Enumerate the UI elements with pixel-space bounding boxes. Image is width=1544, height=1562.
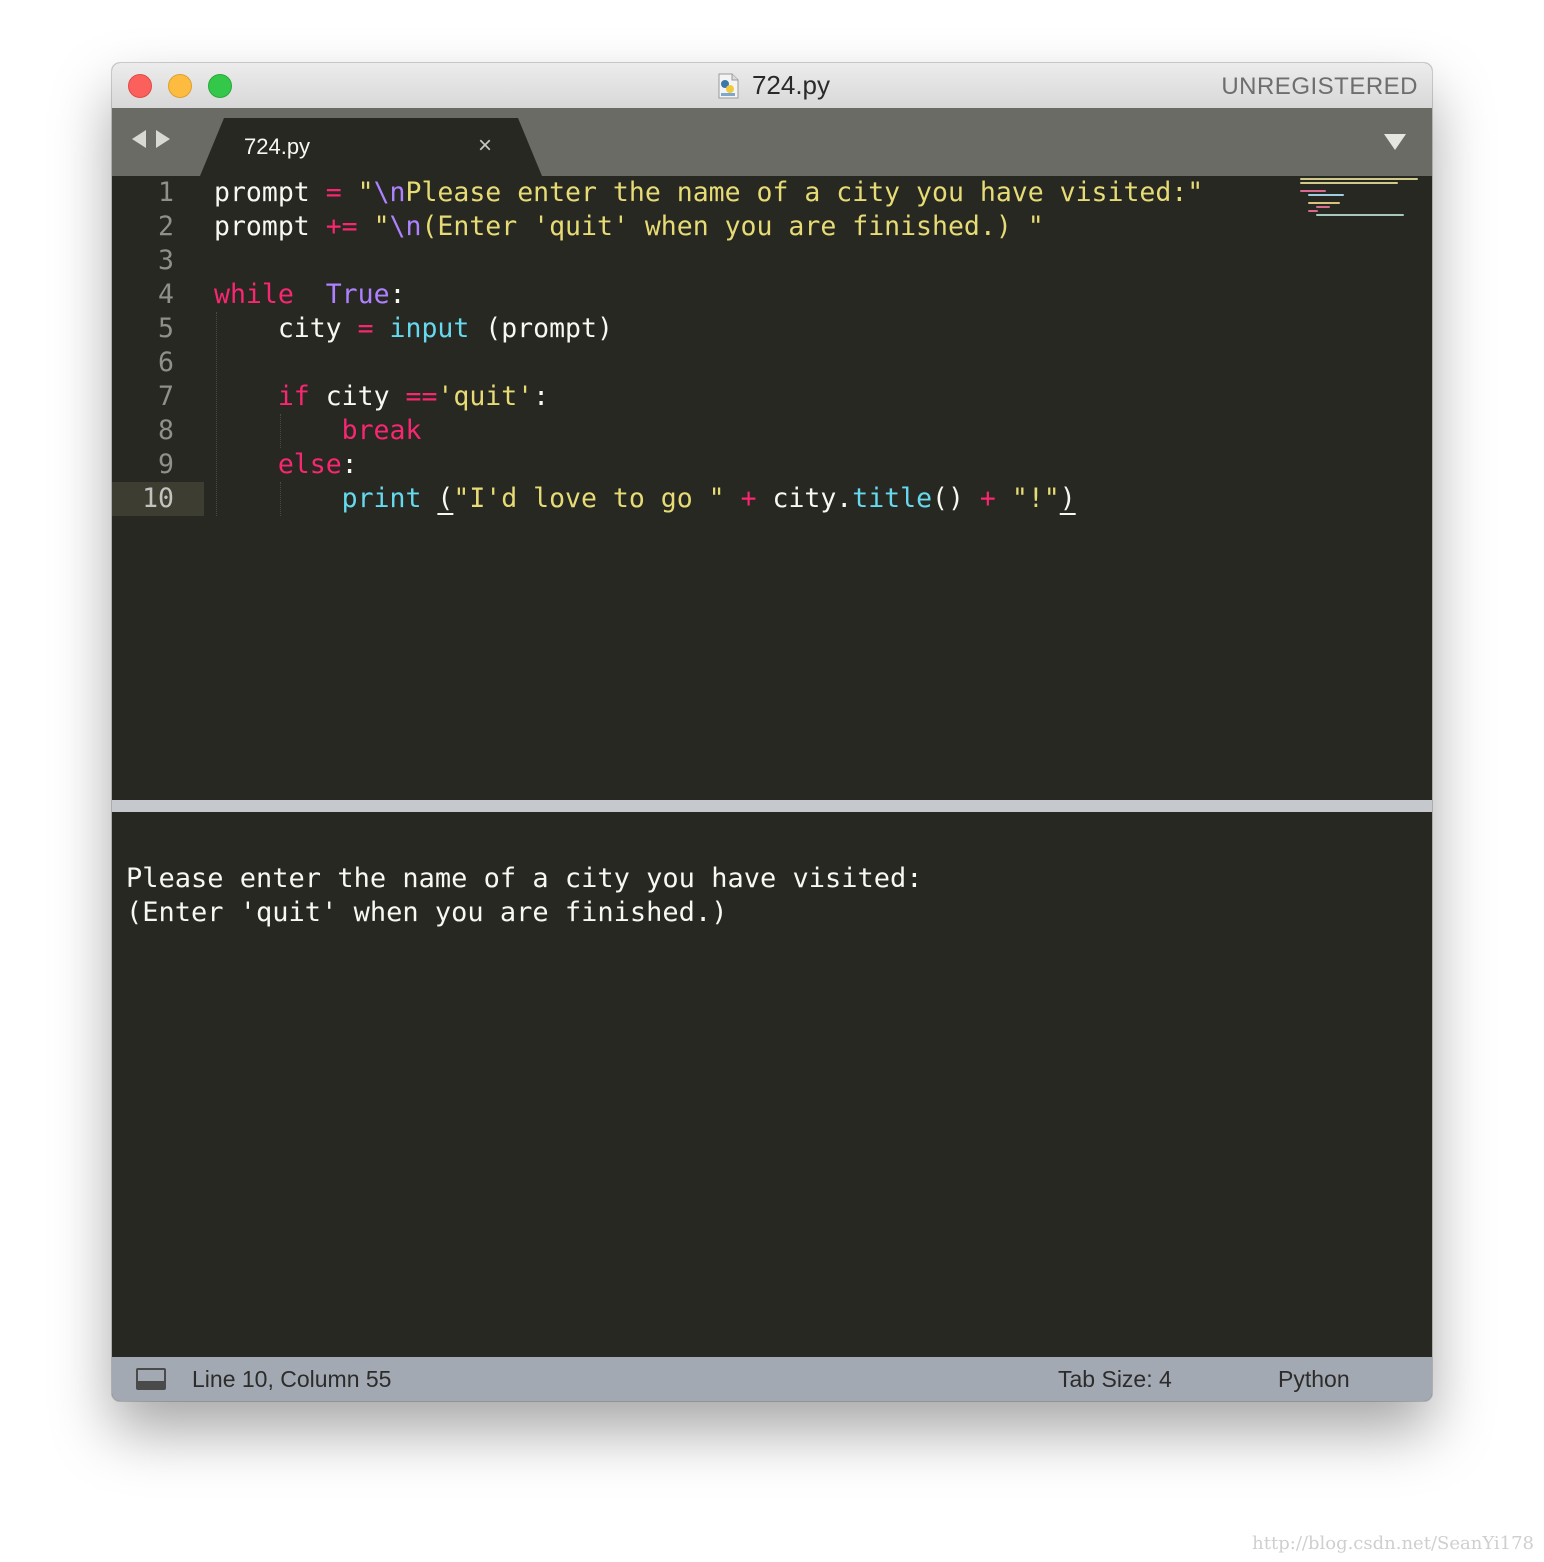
line-number: 10 [142,483,174,514]
code-token: : [341,449,358,480]
line-number: 5 [158,313,174,344]
cursor-position: Line 10, Column 55 [192,1366,392,1392]
minimap-line [1300,182,1398,184]
code-token: "!" [1011,483,1060,514]
line-number: 9 [158,449,174,480]
code-line[interactable]: else: [214,448,358,482]
minimap-line [1308,194,1344,196]
code-token: input [389,313,470,344]
code-token: True [325,279,390,310]
code-line[interactable]: break [214,414,422,448]
code-token: ) [1059,483,1076,514]
code-token: prompt [214,177,326,208]
code-token: Please enter the name of a city you have… [405,177,1204,208]
code-token: : [533,381,550,412]
code-token: else [277,449,342,480]
code-token: break [341,415,422,446]
code-token: = [325,177,342,208]
code-line[interactable]: while True: [214,278,406,312]
code-line[interactable]: prompt += "\n(Enter 'quit' when you are … [214,210,1044,244]
code-token: while [214,279,294,310]
editor-window: 724.py UNREGISTERED 724.py × 1 2 3 4 5 6 7 8 9 10… [112,63,1432,1401]
tab-label: 724.py [244,134,311,159]
status-bar: Line 10, Column 55 Tab Size: 4 Python [112,1357,1432,1401]
code-token: + [979,483,996,514]
window-title: 724.py [751,70,831,100]
minimap-line [1300,178,1418,180]
code-token: == [405,381,438,412]
minimap-line [1308,202,1340,204]
code-token: += [325,211,358,242]
registration-status: UNREGISTERED [1221,73,1418,100]
console-line: Please enter the name of a city you have… [126,863,923,894]
code-line[interactable]: if city =='quit': [214,380,549,414]
code-token: prompt [214,211,326,242]
code-token: title [852,483,933,514]
title-bar: 724.py UNREGISTERED [112,63,1432,109]
tab-close-icon[interactable]: × [478,132,492,160]
code-token: city [309,381,406,412]
code-token: 'quit' [437,381,534,412]
code-token: \n [373,177,406,208]
code-token: print [341,483,422,514]
syntax-selector[interactable]: Python [1278,1366,1350,1393]
tab-list-dropdown-icon[interactable] [1384,134,1406,150]
code-token: : [389,279,406,310]
tab-size-selector[interactable]: Tab Size: 4 [1058,1366,1172,1393]
code-token: (prompt) [469,313,613,344]
panel-toggle-icon[interactable] [136,1368,166,1390]
code-line[interactable]: city = input (prompt) [214,312,613,346]
line-number: 6 [158,347,174,378]
line-number: 1 [158,177,174,208]
tab-bar: 724.py × [112,108,1432,176]
panel-divider[interactable] [112,800,1432,812]
python-file-icon [714,72,742,100]
code-token: \n [389,211,422,242]
build-output-panel: Please enter the name of a city you have… [116,812,1428,1346]
code-token: " [357,177,374,208]
line-number: 2 [158,211,174,242]
line-number-gutter: 1 2 3 4 5 6 7 8 9 10 [112,176,204,800]
line-number: 3 [158,245,174,276]
code-token: () [932,483,980,514]
code-token: " [373,211,390,242]
code-line[interactable]: prompt = "\nPlease enter the name of a c… [214,176,1203,210]
code-token: ( [437,483,454,514]
minimap-line [1316,214,1404,216]
line-number: 8 [158,415,174,446]
code-token: city. [756,483,853,514]
code-token: if [277,381,310,412]
tab-navigation [132,130,170,148]
code-token: + [740,483,757,514]
minimap-line [1300,190,1326,192]
code-token: city [214,313,358,344]
code-line[interactable]: print ("I'd love to go " + city.title() … [214,482,1076,516]
line-number: 7 [158,381,174,412]
minimap-line [1308,210,1318,212]
code-editor[interactable]: 1 2 3 4 5 6 7 8 9 10 prompt = "\nPlease enter the… [112,176,1432,800]
minimap[interactable] [1300,178,1424,224]
code-token: = [357,313,374,344]
console-line: (Enter 'quit' when you are finished.) [126,897,728,928]
previous-tab-icon[interactable] [132,130,146,148]
code-token: (Enter 'quit' when you are finished.) " [421,211,1044,242]
line-number: 4 [158,279,174,310]
minimap-line [1316,206,1330,208]
watermark: http://blog.csdn.net/SeanYi178 [1252,1533,1534,1554]
next-tab-icon[interactable] [156,130,170,148]
tab-724-py[interactable]: 724.py × [200,118,542,176]
code-token: "I'd love to go " [453,483,725,514]
